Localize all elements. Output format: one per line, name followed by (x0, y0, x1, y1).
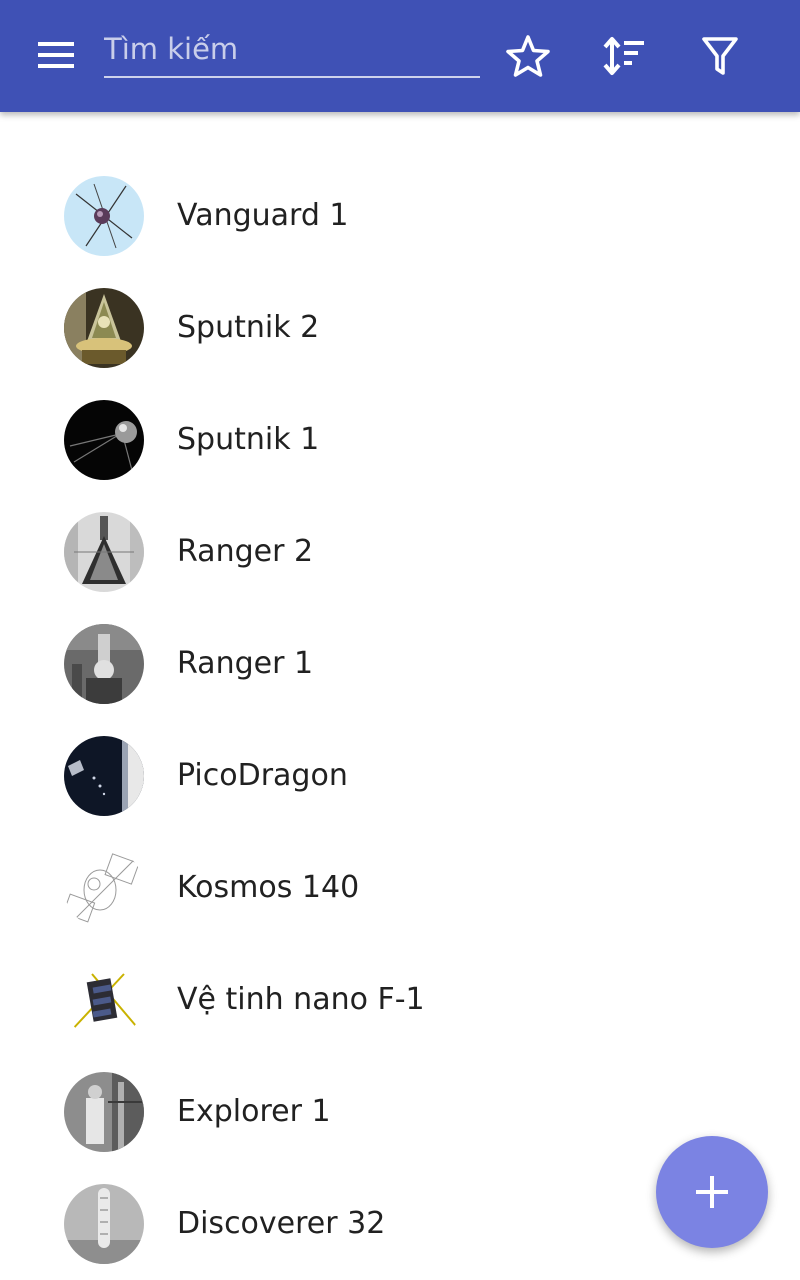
favorites-button[interactable] (504, 32, 552, 80)
list-item[interactable]: Sputnik 2 (0, 272, 800, 384)
kosmos-140-thumbnail (64, 848, 144, 928)
list-item[interactable]: PicoDragon (0, 720, 800, 832)
list-item-title: Sputnik 1 (177, 422, 320, 457)
sort-button[interactable] (600, 32, 648, 80)
filter-button[interactable] (696, 32, 744, 80)
list-item[interactable]: Vệ tinh nano F-1 (0, 944, 800, 1056)
sort-icon (603, 37, 644, 75)
satellite-list: Vanguard 1 Sputnik 2 Sputnik 1 Ranger 2 … (0, 160, 800, 1280)
menu-button[interactable] (30, 38, 82, 74)
list-item-title: Vanguard 1 (177, 198, 349, 233)
discoverer-32-thumbnail (64, 1184, 144, 1264)
star-outline-icon (506, 35, 550, 77)
filter-icon (702, 37, 738, 75)
list-item-title: Kosmos 140 (177, 870, 360, 905)
list-item[interactable]: Ranger 2 (0, 496, 800, 608)
sputnik-1-thumbnail (64, 400, 144, 480)
sputnik-2-thumbnail (64, 288, 144, 368)
list-item[interactable]: Ranger 1 (0, 608, 800, 720)
list-item-title: Discoverer 32 (177, 1206, 386, 1241)
list-item-title: Ranger 1 (177, 646, 314, 681)
vanguard-1-thumbnail (64, 176, 144, 256)
list-item-title: Vệ tinh nano F-1 (177, 982, 425, 1017)
list-item-title: Explorer 1 (177, 1094, 331, 1129)
ranger-1-thumbnail (64, 624, 144, 704)
list-item-title: Sputnik 2 (177, 310, 320, 345)
picodragon-thumbnail (64, 736, 144, 816)
plus-icon (696, 1176, 728, 1208)
app-screen: Vanguard 1 Sputnik 2 (0, 0, 800, 1280)
ranger-2-thumbnail (64, 512, 144, 592)
top-app-bar (0, 0, 800, 112)
add-button[interactable] (656, 1136, 768, 1248)
hamburger-menu-icon (38, 42, 74, 68)
list-item[interactable]: Vanguard 1 (0, 160, 800, 272)
search-field (104, 22, 480, 82)
explorer-1-thumbnail (64, 1072, 144, 1152)
search-input[interactable] (104, 22, 480, 78)
list-item[interactable]: Sputnik 1 (0, 384, 800, 496)
list-item[interactable]: Kosmos 140 (0, 832, 800, 944)
nano-f1-thumbnail (64, 960, 144, 1040)
list-item-title: Ranger 2 (177, 534, 314, 569)
list-item-title: PicoDragon (177, 758, 348, 793)
